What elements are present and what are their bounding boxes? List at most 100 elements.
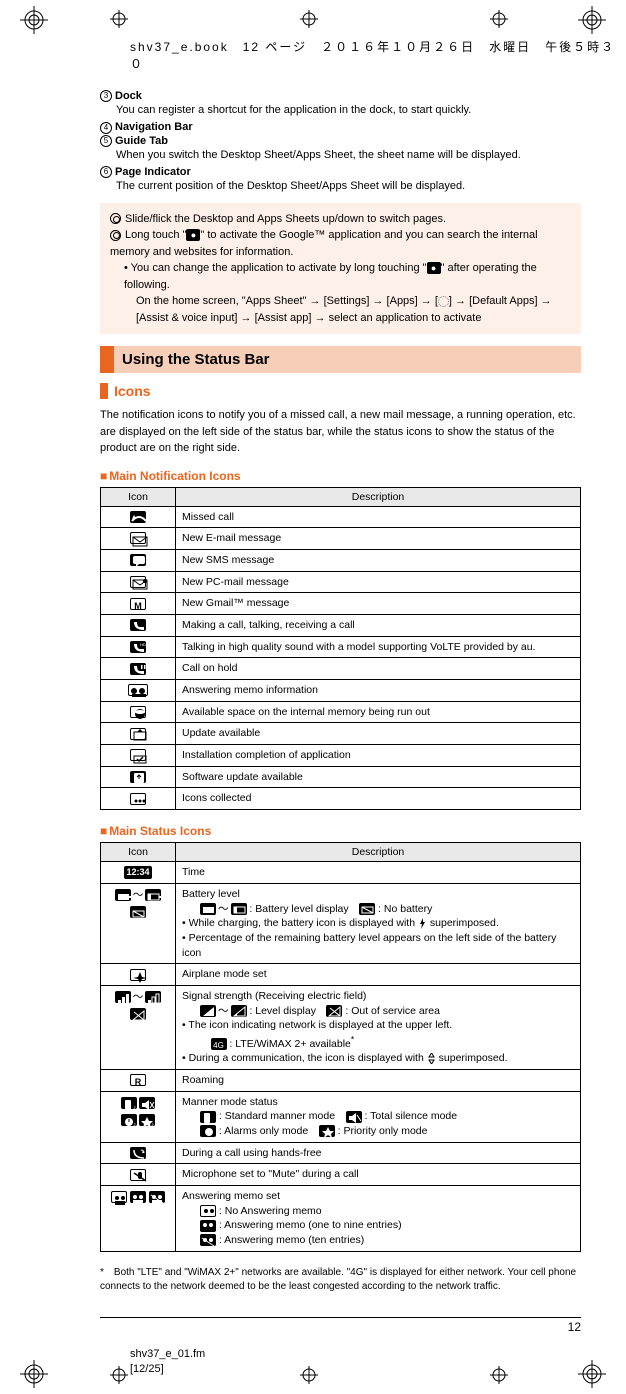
signal-full-icon: [200, 1005, 216, 1017]
table-cell: Update available: [176, 723, 581, 745]
manner-standard-icon: [200, 1111, 216, 1123]
status-icons-heading: Main Status Icons: [100, 824, 581, 838]
table-cell: Manner mode status : Standard manner mod…: [176, 1091, 581, 1142]
table-cell: Talking in high quality sound with a mod…: [176, 636, 581, 658]
footnote: * Both "LTE" and "WiMAX 2+" networks are…: [100, 1266, 581, 1294]
manner-silence-icon: [346, 1111, 362, 1123]
notification-icons-table: IconDescription Missed call New E-mail m…: [100, 487, 581, 811]
manner-standard-icon: ♪: [121, 1097, 137, 1109]
answering-memo-icon: [128, 684, 148, 696]
airplane-icon: [130, 969, 146, 981]
item-desc: You can register a shortcut for the appl…: [116, 103, 581, 118]
th-icon: Icon: [101, 487, 176, 506]
handsfree-icon: [130, 1147, 146, 1159]
note-box: Slide/flick the Desktop and Apps Sheets …: [100, 203, 581, 335]
table-cell: Microphone set to "Mute" during a call: [176, 1164, 581, 1186]
item-title-navbar: Navigation Bar: [115, 121, 193, 133]
item-title-pageindicator: Page Indicator: [115, 166, 191, 178]
no-battery-icon: [130, 906, 146, 918]
item-title-guidetab: Guide Tab: [115, 135, 168, 147]
gmail-icon: M: [130, 598, 146, 610]
volte-call-icon: HD: [130, 641, 146, 653]
email-icon: [130, 532, 146, 544]
manner-priority-icon: ♪: [139, 1114, 155, 1126]
item-desc: When you switch the Desktop Sheet/Apps S…: [116, 148, 581, 163]
th-icon: Icon: [101, 843, 176, 862]
page-separator-line: [100, 1317, 581, 1318]
svg-text:♪: ♪: [133, 1122, 136, 1128]
no-battery-icon: [359, 903, 375, 915]
footer-text: shv37_e_01.fm [12/25]: [130, 1347, 205, 1376]
updown-arrow-icon: [427, 1053, 436, 1064]
memo-none-icon: [111, 1191, 127, 1203]
signal-full-icon: [115, 991, 131, 1003]
sms-icon: [130, 554, 146, 566]
gear-icon: [438, 296, 449, 307]
software-update-icon: [130, 771, 146, 783]
table-cell: Time: [176, 862, 581, 884]
note-bullet-icon: [110, 230, 121, 241]
mic-mute-icon: [130, 1169, 146, 1181]
call-hold-icon: [130, 663, 146, 675]
table-cell: Answering memo information: [176, 680, 581, 702]
battery-low-icon: [145, 889, 161, 901]
table-cell: Missed call: [176, 506, 581, 528]
item-desc: The current position of the Desktop Shee…: [116, 179, 581, 194]
manner-silence-icon: [139, 1097, 155, 1109]
table-cell: Roaming: [176, 1069, 581, 1091]
item-title-dock: Dock: [115, 90, 142, 102]
table-cell: Airplane mode set: [176, 964, 581, 986]
table-cell: Call on hold: [176, 658, 581, 680]
out-of-service-icon: [326, 1005, 342, 1017]
circle-button-icon: ●: [427, 262, 441, 274]
table-cell: Answering memo set : No Answering memo :…: [176, 1186, 581, 1252]
memo-none-icon: [200, 1205, 216, 1217]
th-desc: Description: [176, 843, 581, 862]
subsection-heading: Icons: [100, 383, 581, 399]
th-desc: Description: [176, 487, 581, 506]
note-sub-2: On the home screen, "Apps Sheet" → [Sett…: [136, 295, 438, 307]
memo-full-icon: [200, 1234, 216, 1246]
status-icons-table: IconDescription 12:34Time ～ Battery leve…: [100, 842, 581, 1252]
svg-text:HD: HD: [140, 642, 146, 647]
table-cell: Available space on the internal memory b…: [176, 701, 581, 723]
table-cell: During a call using hands-free: [176, 1142, 581, 1164]
intro-text: The notification icons to notify you of …: [100, 407, 581, 457]
table-cell: Battery level ～ : Battery level display …: [176, 883, 581, 963]
manner-priority-icon: [319, 1125, 335, 1137]
note-bullet-icon: [110, 213, 121, 224]
table-cell: Signal strength (Receiving electric fiel…: [176, 985, 581, 1069]
time-icon: 12:34: [124, 866, 151, 879]
svg-text:♪: ♪: [151, 1122, 154, 1128]
memo-full-icon: [149, 1191, 165, 1203]
item-number-4: 4: [100, 122, 112, 134]
circle-button-icon: ●: [186, 229, 200, 241]
battery-full-icon: [200, 903, 216, 915]
table-cell: Making a call, talking, receiving a call: [176, 614, 581, 636]
table-cell: Installation completion of application: [176, 745, 581, 767]
table-cell: New SMS message: [176, 549, 581, 571]
item-number-5: 5: [100, 135, 112, 147]
install-complete-icon: [130, 749, 146, 761]
phone-call-icon: [130, 619, 146, 631]
battery-full-icon: [115, 889, 131, 901]
table-cell: Software update available: [176, 766, 581, 788]
memo-some-icon: [130, 1191, 146, 1203]
signal-low-icon: [145, 991, 161, 1003]
table-cell: New PC-mail message: [176, 571, 581, 593]
missed-call-icon: [130, 511, 146, 523]
table-cell: New Gmail™ message: [176, 593, 581, 615]
table-cell: New E-mail message: [176, 528, 581, 550]
item-number-6: 6: [100, 166, 112, 178]
page-number: 12: [568, 1320, 581, 1334]
section-heading: Using the Status Bar: [100, 346, 581, 373]
svg-text:♪: ♪: [133, 1105, 136, 1111]
item-number-3: 3: [100, 90, 112, 102]
roaming-icon: R: [130, 1074, 146, 1086]
manner-alarms-icon: ♪: [121, 1114, 137, 1126]
notification-icons-heading: Main Notification Icons: [100, 469, 581, 483]
4g-signal-icon: 4G: [211, 1038, 227, 1050]
battery-low-icon: [231, 903, 247, 915]
icons-collected-icon: [130, 793, 146, 805]
pcmail-icon: [130, 576, 146, 588]
